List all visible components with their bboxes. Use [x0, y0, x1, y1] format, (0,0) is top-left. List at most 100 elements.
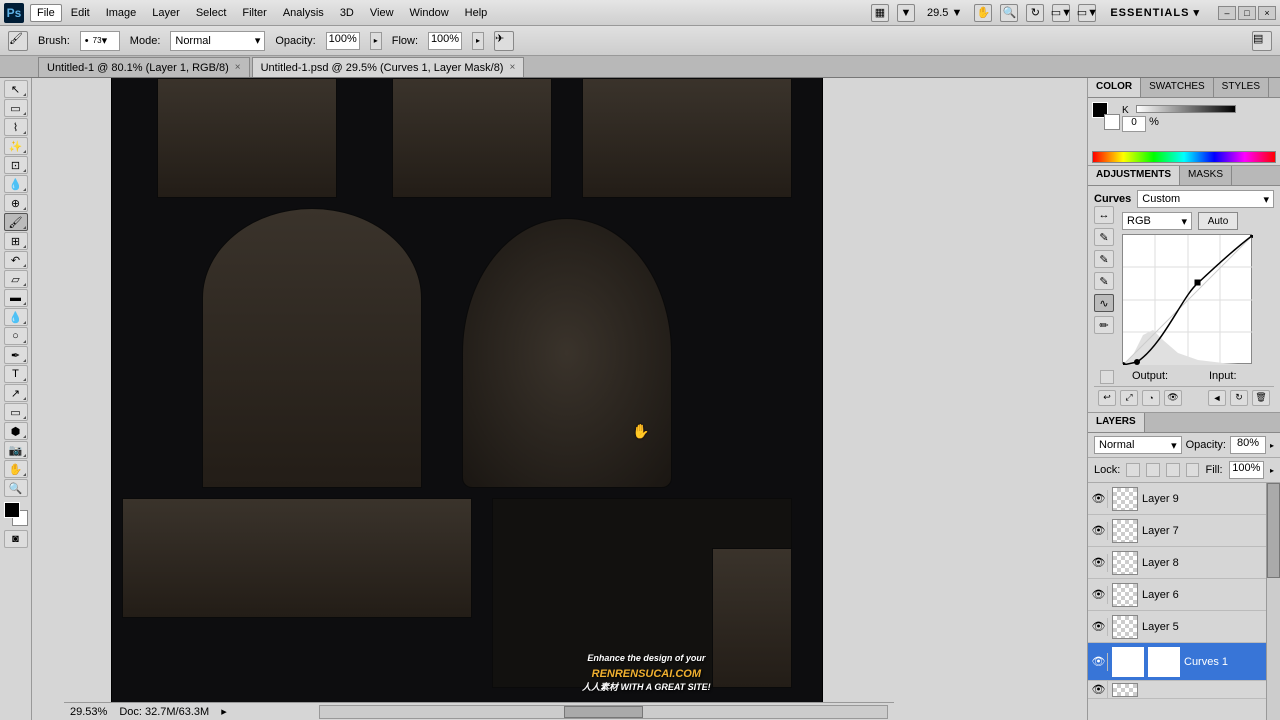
menu-help[interactable]: Help [458, 4, 495, 22]
pen-tool[interactable]: ✒ [4, 346, 28, 364]
document-canvas[interactable]: ✋ Enhance the design of your RENRENSUCAI… [112, 78, 822, 703]
clip-icon[interactable] [1100, 370, 1114, 384]
white-eyedropper-icon[interactable]: ✎ [1094, 272, 1114, 290]
tab-adjustments[interactable]: ADJUSTMENTS [1088, 166, 1180, 185]
stamp-tool[interactable]: ⊞ [4, 232, 28, 250]
layer-row[interactable]: 👁 Layer 8 [1088, 547, 1280, 579]
type-tool[interactable]: T [4, 365, 28, 383]
layer-thumbnail[interactable] [1112, 583, 1138, 607]
minimize-button[interactable]: – [1218, 6, 1236, 20]
k-value-input[interactable]: 0 [1122, 116, 1146, 132]
dodge-tool[interactable]: ○ [4, 327, 28, 345]
close-button[interactable]: × [1258, 6, 1276, 20]
eyedropper-tool[interactable]: 💧 [4, 175, 28, 193]
menu-filter[interactable]: Filter [235, 4, 273, 22]
layer-name[interactable]: Layer 7 [1142, 525, 1179, 537]
3d-tool[interactable]: ⬢ [4, 422, 28, 440]
layer-name[interactable]: Curves 1 [1184, 656, 1228, 668]
trash-icon[interactable]: 🗑 [1252, 390, 1270, 406]
black-eyedropper-icon[interactable]: ✎ [1094, 228, 1114, 246]
flow-arrow[interactable]: ▸ [472, 32, 484, 50]
menu-file[interactable]: File [30, 4, 62, 22]
tab-masks[interactable]: MASKS [1180, 166, 1232, 185]
zoom-tool[interactable]: 🔍 [4, 479, 28, 497]
rotate-tool-icon[interactable]: ↻ [1026, 4, 1044, 22]
history-brush-tool[interactable]: ↶ [4, 251, 28, 269]
zoom-level[interactable]: 29.5 [927, 7, 948, 19]
zoom-tool-icon[interactable]: 🔍 [1000, 4, 1018, 22]
menu-image[interactable]: Image [99, 4, 144, 22]
heal-tool[interactable]: ⊕ [4, 194, 28, 212]
layer-thumbnail[interactable] [1112, 683, 1138, 697]
menu-layer[interactable]: Layer [145, 4, 187, 22]
color-swatch[interactable] [1092, 102, 1114, 124]
lock-position-icon[interactable] [1166, 463, 1180, 477]
menu-analysis[interactable]: Analysis [276, 4, 331, 22]
brush-picker[interactable]: • 73 ▾ [80, 31, 120, 51]
lasso-tool[interactable]: ⌇ [4, 118, 28, 136]
layer-row[interactable]: 👁 Layer 9 [1088, 483, 1280, 515]
layer-blend-select[interactable]: Normal▾ [1094, 436, 1182, 454]
screen-mode-icon[interactable]: ▭▼ [1052, 4, 1070, 22]
layer-opacity-input[interactable]: 80% [1230, 436, 1266, 454]
layer-name[interactable]: Layer 8 [1142, 557, 1179, 569]
arrange-icon[interactable]: ▼ [897, 4, 915, 22]
hand-tool[interactable]: ✋ [4, 460, 28, 478]
layer-name[interactable]: Layer 6 [1142, 589, 1179, 601]
wand-tool[interactable]: ✨ [4, 137, 28, 155]
blend-mode-select[interactable]: Normal ▾ [170, 31, 265, 51]
menu-view[interactable]: View [363, 4, 401, 22]
auto-button[interactable]: Auto [1198, 212, 1238, 230]
airbrush-icon[interactable]: ✈ [494, 31, 514, 51]
gray-eyedropper-icon[interactable]: ✎ [1094, 250, 1114, 268]
move-tool[interactable]: ↖ [4, 80, 28, 98]
current-tool-icon[interactable]: 🖌 [8, 31, 28, 51]
return-arrow-icon[interactable]: ↩ [1098, 390, 1116, 406]
curves-graph[interactable] [1122, 234, 1252, 364]
preset-select[interactable]: Custom▾ [1137, 190, 1274, 208]
maximize-button[interactable]: □ [1238, 6, 1256, 20]
crop-tool[interactable]: ⊡ [4, 156, 28, 174]
mask-thumbnail[interactable] [1148, 647, 1180, 677]
opacity-input[interactable]: 100% [326, 32, 360, 50]
marquee-tool[interactable]: ▭ [4, 99, 28, 117]
brush-tool[interactable]: 🖌 [4, 213, 28, 231]
path-tool[interactable]: ↗ [4, 384, 28, 402]
workspace-selector[interactable]: ESSENTIALS ▾ [1104, 6, 1206, 19]
layer-thumbnail[interactable] [1112, 615, 1138, 639]
target-adjust-icon[interactable]: ↔ [1094, 206, 1114, 224]
lock-all-icon[interactable] [1186, 463, 1200, 477]
menu-3d[interactable]: 3D [333, 4, 361, 22]
fill-input[interactable]: 100% [1229, 461, 1264, 479]
visibility-toggle[interactable]: 👁 [1090, 681, 1108, 699]
canvas-area[interactable]: ✋ Enhance the design of your RENRENSUCAI… [32, 78, 1087, 720]
panel-toggle-icon[interactable]: ▤ [1252, 31, 1272, 51]
document-tab[interactable]: Untitled-1 @ 80.1% (Layer 1, RGB/8) × [38, 57, 250, 77]
tab-styles[interactable]: STYLES [1214, 78, 1269, 97]
layer-name[interactable]: Layer 5 [1142, 621, 1179, 633]
layers-scrollbar[interactable] [1266, 483, 1280, 720]
clip-layer-icon[interactable]: ◔ [1142, 390, 1160, 406]
pencil-curve-icon[interactable]: ✏ [1094, 316, 1114, 334]
reset-icon[interactable]: ↻ [1230, 390, 1248, 406]
tab-swatches[interactable]: SWATCHES [1141, 78, 1214, 97]
eraser-tool[interactable]: ▱ [4, 270, 28, 288]
layer-row[interactable]: 👁 Layer 5 [1088, 611, 1280, 643]
visibility-toggle[interactable]: 👁 [1090, 554, 1108, 572]
menu-window[interactable]: Window [403, 4, 456, 22]
spectrum-bar[interactable] [1092, 151, 1276, 163]
layer-thumbnail[interactable] [1112, 551, 1138, 575]
close-icon[interactable]: × [509, 62, 515, 73]
color-picker[interactable] [4, 502, 28, 526]
layer-row[interactable]: 👁 Layer 6 [1088, 579, 1280, 611]
layer-row[interactable]: 👁 Layer 7 [1088, 515, 1280, 547]
close-icon[interactable]: × [235, 62, 241, 73]
hand-tool-icon[interactable]: ✋ [974, 4, 992, 22]
bridge-icon[interactable]: ▦ [871, 4, 889, 22]
curve-edit-icon[interactable]: ∿ [1094, 294, 1114, 312]
status-zoom[interactable]: 29.53% [70, 706, 107, 718]
3d-camera-tool[interactable]: 📷 [4, 441, 28, 459]
channel-select[interactable]: RGB▾ [1122, 212, 1192, 230]
tab-color[interactable]: COLOR [1088, 78, 1141, 97]
menu-select[interactable]: Select [189, 4, 234, 22]
